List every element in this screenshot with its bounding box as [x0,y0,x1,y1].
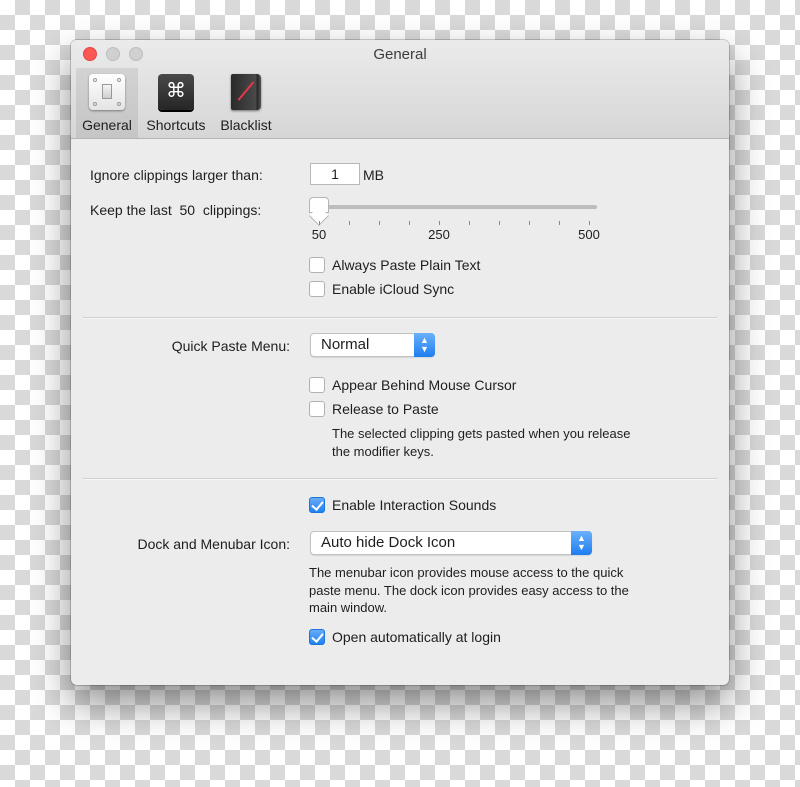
slider-tick [439,221,440,225]
keep-clippings-label: Keep the last 50 clippings: [90,202,261,218]
tab-blacklist[interactable]: Blacklist [214,68,278,138]
slider-tick-label: 250 [428,227,450,242]
ignore-clippings-label: Ignore clippings larger than: [90,167,263,183]
tab-shortcuts[interactable]: ⌘ Shortcuts [140,68,212,138]
keep-count: 50 [179,202,196,218]
blacklist-book-icon [231,74,261,110]
tab-general[interactable]: General [76,68,138,138]
slider-tick [349,221,350,225]
release-to-paste-help: The selected clipping gets pasted when y… [332,426,631,459]
dock-menubar-icon-label: Dock and Menubar Icon: [137,536,290,552]
section-divider [83,478,717,479]
keep-prefix: Keep the last [90,202,172,218]
checkbox-label: Release to Paste [332,401,439,417]
slider-tick [529,221,530,225]
general-pane: Ignore clippings larger than: 1 MB Keep … [71,139,729,685]
quick-paste-menu-popup[interactable]: Normal ▲ ▼ [310,333,435,357]
slider-tick [589,221,590,225]
command-key-icon: ⌘ [158,74,194,110]
checkbox-box[interactable] [309,629,325,645]
slider-tick [499,221,500,225]
slider-track[interactable] [309,205,597,209]
slider-tick [559,221,560,225]
tab-label: Blacklist [220,117,272,133]
quick-paste-menu-label: Quick Paste Menu: [171,338,290,354]
checkbox-box[interactable] [309,257,325,273]
tab-label: General [82,117,132,133]
slider-tick [319,221,320,225]
slider-tick [379,221,380,225]
slider-tick [409,221,410,225]
window-title: General [373,46,427,63]
checkbox-label: Appear Behind Mouse Cursor [332,377,517,393]
checkbox-box[interactable] [309,401,325,417]
preferences-window: General General ⌘ Shortcuts Blacklist Ig… [71,40,729,685]
enable-icloud-sync-checkbox[interactable]: Enable iCloud Sync [309,281,454,297]
popup-arrows-icon: ▲ ▼ [571,531,592,555]
checkbox-label: Open automatically at login [332,629,501,645]
dock-icon-help: The menubar icon provides mouse access t… [309,565,629,615]
max-size-field[interactable]: 1 [310,163,360,185]
checkbox-box[interactable] [309,497,325,513]
tab-label: Shortcuts [146,117,206,133]
checkbox-box[interactable] [309,377,325,393]
checkbox-box[interactable] [309,281,325,297]
slider-tick-label: 50 [311,227,327,242]
title-bar[interactable]: General General ⌘ Shortcuts Blacklist [71,40,729,139]
slider-tick [469,221,470,225]
dock-menubar-icon-popup[interactable]: Auto hide Dock Icon ▲ ▼ [310,531,592,555]
checkbox-label: Enable Interaction Sounds [332,497,497,513]
interaction-sounds-checkbox[interactable]: Enable Interaction Sounds [309,497,496,513]
clippings-count-slider[interactable]: 50 250 500 [309,197,601,242]
open-at-login-checkbox[interactable]: Open automatically at login [309,629,501,645]
always-paste-plain-text-checkbox[interactable]: Always Paste Plain Text [309,257,480,273]
size-unit-label: MB [363,167,384,183]
checkbox-label: Enable iCloud Sync [332,281,455,297]
popup-value: Normal [321,336,370,353]
appear-behind-cursor-checkbox[interactable]: Appear Behind Mouse Cursor [309,377,516,393]
light-switch-icon [89,74,125,110]
slider-tick-label: 500 [578,227,600,242]
checkbox-label: Always Paste Plain Text [332,257,481,273]
keep-suffix: clippings: [202,202,262,218]
popup-value: Auto hide Dock Icon [321,534,456,551]
section-divider [83,317,717,318]
release-to-paste-checkbox[interactable]: Release to Paste [309,401,439,417]
popup-arrows-icon: ▲ ▼ [414,333,435,357]
